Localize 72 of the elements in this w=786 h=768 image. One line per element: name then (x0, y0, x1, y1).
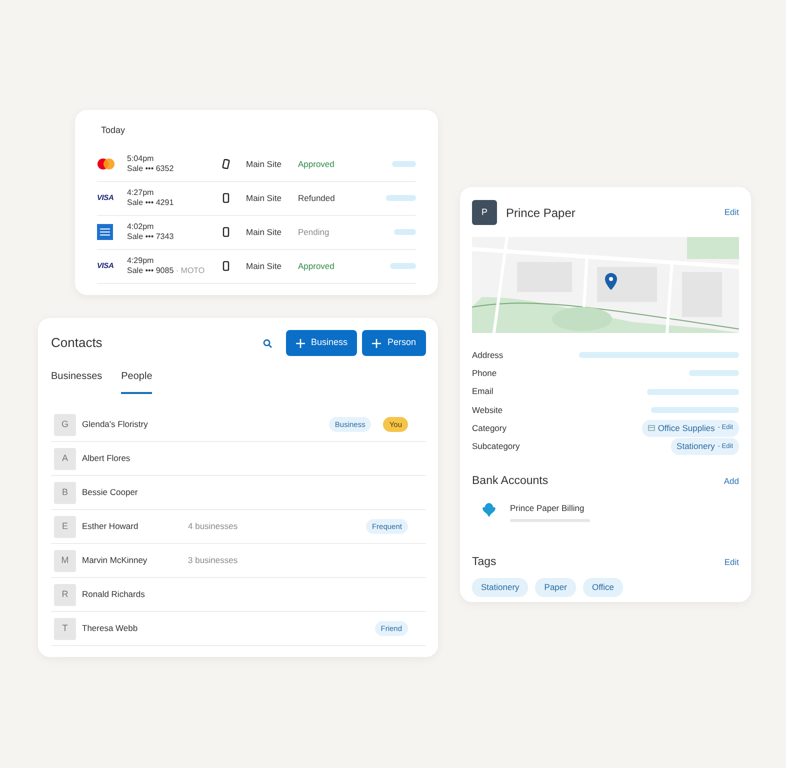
folder-icon (648, 425, 655, 432)
sale-detail: Sale ••• 6352 (127, 164, 175, 174)
section-title: Contacts (51, 334, 102, 352)
tab[interactable]: People (121, 369, 152, 394)
sale-detail: Sale ••• 4291 (127, 198, 175, 208)
field-label: Address (472, 348, 504, 362)
plus-icon (296, 338, 305, 348)
contact-name: Bessie Cooper (82, 486, 139, 499)
section-heading: Today (101, 124, 126, 137)
avatar: P (472, 200, 497, 225)
placeholder-bar (689, 370, 739, 376)
section-title: Bank Accounts (472, 474, 548, 489)
add-button[interactable]: Business (286, 330, 358, 356)
placeholder-bar (386, 195, 416, 201)
phone-icon (222, 193, 230, 203)
status-text: Refunded (298, 192, 335, 204)
placeholder-bar (390, 263, 416, 269)
phone-icon (222, 261, 230, 271)
add-button[interactable]: Person (362, 330, 426, 356)
contact-name: Theresa Webb (82, 622, 139, 635)
search-icon (262, 338, 272, 348)
add-link[interactable]: Add (724, 475, 739, 488)
avatar: B (54, 482, 76, 504)
tab[interactable]: Businesses (51, 369, 102, 394)
business-name: Prince Paper (506, 204, 576, 222)
avatar: G (54, 414, 76, 436)
time-text: 4:27pm (127, 188, 155, 198)
time-text: 4:02pm (127, 222, 155, 232)
status-text: Approved (298, 158, 334, 170)
bird-icon (482, 502, 496, 518)
status-text: Approved (298, 260, 334, 272)
contact-name: Albert Flores (82, 452, 132, 465)
edit-link[interactable]: Edit (724, 206, 739, 219)
avatar: A (54, 448, 76, 470)
avatar: E (54, 516, 76, 538)
site-text: Main Site (246, 260, 282, 272)
site-text: Main Site (246, 226, 282, 238)
account-name: Prince Paper Billing (510, 502, 586, 515)
tag: Stationery (472, 578, 528, 597)
two-circles-icon (97, 158, 115, 170)
phone-icon (222, 159, 230, 169)
sale-detail: Sale ••• 7343 (127, 232, 175, 242)
placeholder-bar (392, 161, 416, 167)
search-button[interactable] (262, 338, 272, 348)
contact-name: Esther Howard (82, 520, 140, 533)
tag: Paper (535, 578, 576, 597)
placeholder-bar (394, 229, 416, 235)
phone-icon (222, 227, 230, 237)
card-logo-icon (97, 224, 113, 240)
site-text: Main Site (246, 158, 282, 170)
time-text: 4:29pm (127, 256, 155, 266)
field-label: Email (472, 385, 494, 398)
field-label: Website (472, 404, 503, 416)
field-label: Category (472, 422, 506, 435)
business-count: 4 businesses (188, 520, 239, 533)
contact-name: Ronald Richards (82, 588, 146, 601)
site-text: Main Site (246, 192, 282, 204)
field-label: Subcategory (472, 440, 520, 453)
field-label: Phone (472, 367, 497, 380)
avatar: R (54, 584, 76, 606)
status-text: Pending (298, 226, 330, 238)
sale-detail: Sale ••• 9085 · MOTO (127, 266, 206, 276)
edit-link[interactable]: Edit (724, 556, 739, 569)
contact-name: Glenda's Floristry (82, 418, 149, 431)
business-count: 3 businesses (188, 554, 239, 567)
avatar: T (54, 618, 76, 640)
avatar: M (54, 550, 76, 572)
section-title: Tags (472, 554, 496, 570)
plus-icon (372, 338, 382, 348)
tag: Office (582, 578, 624, 597)
contact-name: Marvin McKinney (82, 554, 148, 567)
time-text: 5:04pm (127, 154, 155, 164)
